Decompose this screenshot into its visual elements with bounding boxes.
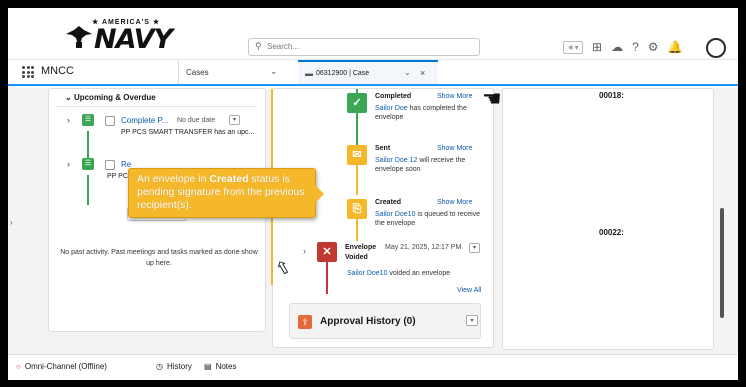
notes-button[interactable]: ▤ Notes	[204, 362, 236, 371]
task-menu-dropdown[interactable]: ▾	[229, 115, 240, 125]
header-utility-icons: ★▾ ⊞ ☁ ? ⚙ 🔔	[563, 40, 682, 54]
envelope-status: Created	[375, 199, 402, 206]
case-folder-icon: ▬	[305, 69, 313, 78]
completed-check-icon: ✓	[347, 93, 367, 113]
show-more-link[interactable]: Show More	[437, 199, 472, 206]
close-icon[interactable]: ×	[420, 68, 425, 78]
task-checkbox[interactable]	[105, 160, 115, 170]
show-more-link[interactable]: Show More	[437, 145, 472, 152]
task-checkbox[interactable]	[105, 116, 115, 126]
chevron-right-icon[interactable]: ›	[67, 159, 70, 169]
help-icon[interactable]: ?	[632, 40, 639, 54]
tab-cases[interactable]: Cases	[186, 68, 209, 77]
envelope-event-text: Sailor Doe has completed the envelope	[375, 104, 487, 122]
subtab-case[interactable]: ▬ 06312900 | Case ⌄ ×	[298, 60, 438, 84]
envelope-event-text: Sailor Doe10 voided an envelope	[347, 269, 487, 278]
chevron-right-icon[interactable]: ›	[303, 246, 306, 256]
offline-status-icon: ○	[16, 362, 21, 371]
approval-icon: ⇪	[298, 315, 312, 329]
task-title-link[interactable]: Complete P...	[121, 116, 168, 125]
tooltip-arrow	[315, 185, 324, 203]
panel-toggle-icon[interactable]: ›	[10, 218, 13, 227]
created-status-tooltip: An envelope in Created status is pending…	[128, 168, 324, 218]
nav-divider	[178, 60, 179, 84]
app-launcher-icon[interactable]	[22, 66, 34, 78]
upcoming-overdue-header[interactable]: ⌄ Upcoming & Overdue	[65, 93, 156, 102]
app-navigation: MNCC Cases ⌄ ▬ 06312900 | Case ⌄ ×	[8, 60, 738, 86]
search-icon: ⚲	[255, 41, 262, 51]
chevron-down-icon[interactable]: ⌄	[270, 66, 278, 77]
workspace-body: › ⌄ Upcoming & Overdue › ☰ Complete P...…	[8, 86, 738, 354]
timeline-line	[356, 219, 358, 241]
chevron-down-icon[interactable]: ⌄	[404, 68, 411, 77]
envelope-voided-icon: ✕	[317, 242, 337, 262]
notes-label: Notes	[215, 362, 237, 371]
search-placeholder: Search...	[267, 42, 300, 51]
omni-channel-button[interactable]: ○ Omni-Channel (Offline)	[16, 362, 107, 371]
docusign-envelope-history: ✓ Completed Show More Sailor Doe has com…	[271, 88, 494, 348]
envelope-status: Completed	[375, 93, 412, 100]
view-all-link[interactable]: View All	[457, 287, 481, 294]
section-title: Upcoming & Overdue	[73, 93, 156, 102]
clock-icon: ◷	[156, 362, 163, 371]
notifications-icon[interactable]: 🔔	[668, 40, 683, 54]
task-timeline-line	[87, 131, 89, 161]
actor-link[interactable]: Sailor Doe10	[375, 211, 415, 218]
utility-bar: ○ Omni-Channel (Offline) ◷ History ▤ Notes	[8, 354, 738, 380]
settings-icon[interactable]: ⚙	[648, 40, 659, 54]
global-header: ★ AMERICA'S ★ NAVY ⚲ Search... ★▾ ⊞ ☁ ? …	[8, 8, 738, 60]
history-button[interactable]: ◷ History	[156, 362, 192, 371]
approval-history-title: Approval History (0)	[320, 316, 416, 327]
app-frame: ★ AMERICA'S ★ NAVY ⚲ Search... ★▾ ⊞ ☁ ? …	[8, 8, 738, 380]
setup-assistant-icon[interactable]: ☁	[611, 40, 623, 54]
task-icon: ☰	[82, 114, 94, 126]
timeline-line	[356, 165, 358, 195]
envelope-status: Sent	[375, 145, 391, 152]
navy-logo: ★ AMERICA'S ★ NAVY	[64, 18, 174, 55]
task-due-date: No due date	[177, 117, 216, 124]
approval-menu-dropdown[interactable]: ▾	[466, 315, 478, 326]
envelope-sent-icon: ✉	[347, 145, 367, 165]
tooltip-text-bold: Created	[209, 173, 249, 185]
subtab-label: 06312900 | Case	[316, 70, 370, 77]
field-label: 00022:	[599, 228, 624, 237]
actor-link[interactable]: Sailor Doe10	[347, 270, 387, 277]
show-more-link[interactable]: Show More	[437, 93, 472, 100]
scrollbar[interactable]	[720, 208, 724, 318]
divider	[57, 106, 257, 107]
global-search-input[interactable]: ⚲ Search...	[248, 38, 480, 56]
task-icon: ☰	[82, 158, 94, 170]
tooltip-text-pre: An envelope in	[137, 173, 210, 185]
notes-icon: ▤	[204, 362, 212, 371]
pointing-hand-icon: ☚	[482, 86, 502, 111]
tooltip-text: An envelope in Created status is pending…	[137, 173, 315, 212]
envelope-event-text: Sailor Doe 12 will receive the envelope …	[375, 156, 487, 174]
eagle-logo-icon	[66, 26, 92, 48]
timeline-line	[326, 262, 328, 294]
logo-wordmark: NAVY	[94, 24, 173, 55]
no-past-activity-text: No past activity. Past meetings and task…	[60, 249, 258, 267]
task-timeline-line	[87, 175, 89, 205]
add-icon[interactable]: ⊞	[592, 40, 602, 54]
actor-link[interactable]: Sailor Doe	[375, 105, 408, 112]
case-details-panel: 00018: 00022:	[502, 88, 714, 350]
field-label: 00018:	[599, 91, 624, 100]
event-date: May 21, 2025, 12:17 PM	[385, 244, 462, 251]
task-description: PP PCS SMART TRANSFER has an upc...	[121, 129, 255, 136]
favorites-icon[interactable]: ★▾	[563, 40, 583, 54]
user-avatar[interactable]	[706, 38, 726, 58]
task-description: PP PC	[107, 173, 128, 180]
chevron-right-icon[interactable]: ›	[67, 115, 70, 125]
envelope-event-text: Sailor Doe10 is queued to receive the en…	[375, 210, 487, 228]
omni-label: Omni-Channel (Offline)	[24, 362, 107, 371]
envelope-status: Envelope Voided	[345, 244, 377, 261]
envelope-created-icon: ⎘	[347, 199, 367, 219]
app-name: MNCC	[41, 65, 74, 77]
approval-history-card[interactable]: ⇪ Approval History (0) ▾	[289, 303, 481, 339]
event-menu-dropdown[interactable]: ▾	[469, 243, 480, 253]
actor-link[interactable]: Sailor Doe 12	[375, 157, 417, 164]
history-label: History	[166, 362, 192, 371]
event-text: voided an envelope	[387, 270, 451, 277]
